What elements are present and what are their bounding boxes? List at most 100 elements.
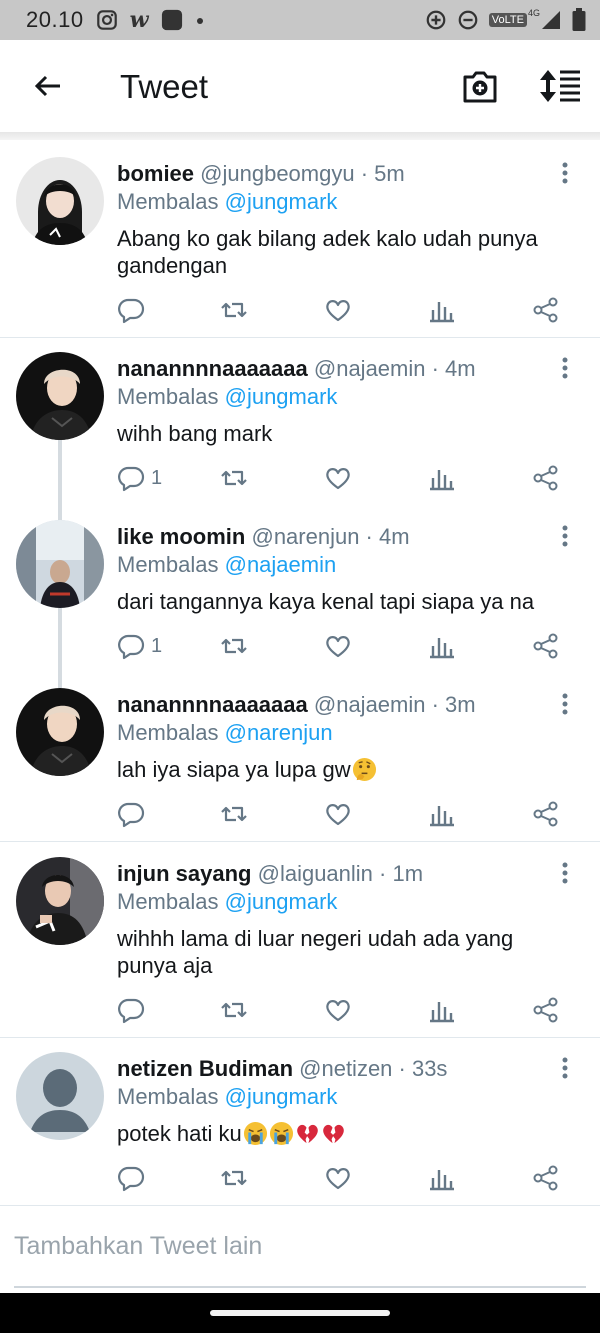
user-name[interactable]: injun sayang (117, 861, 251, 886)
retweet-button[interactable] (220, 1163, 248, 1193)
tweet-text: Abang ko gak bilang adek kalo udah punya… (117, 226, 538, 278)
reply-mention-link[interactable]: @narenjun (225, 720, 333, 745)
user-name[interactable]: nanannnnaaaaaaa (117, 692, 308, 717)
back-arrow-icon (34, 75, 60, 97)
share-button[interactable] (532, 1163, 560, 1193)
retweet-icon (221, 302, 247, 318)
avatar[interactable] (16, 1052, 104, 1140)
reply-button[interactable] (117, 1163, 151, 1193)
like-button[interactable] (324, 799, 352, 829)
retweet-icon (221, 1002, 247, 1018)
share-button[interactable] (532, 799, 560, 829)
tweet-item[interactable]: injun sayang @laiguanlin · 1m Membalas @… (0, 843, 600, 1038)
app-icon (161, 9, 182, 31)
reply-icon (118, 298, 145, 324)
share-button[interactable] (532, 463, 560, 493)
reply-button[interactable]: 1 (117, 463, 162, 493)
avatar[interactable] (16, 352, 104, 440)
avatar[interactable] (16, 857, 104, 945)
volte-label: VoLTE (488, 13, 527, 27)
reply-count: 1 (151, 466, 163, 489)
tweet-text: wihh bang mark (117, 421, 273, 446)
like-button[interactable] (324, 295, 352, 325)
like-icon (326, 468, 350, 490)
analytics-icon (430, 302, 454, 323)
like-icon (326, 300, 350, 322)
add-tweet-input[interactable]: Tambahkan Tweet lain (14, 1232, 262, 1261)
reply-mention-link[interactable]: @jungmark (225, 189, 338, 214)
reply-prefix: Membalas (117, 384, 219, 409)
analytics-button[interactable] (428, 799, 456, 829)
header-divider (0, 132, 600, 140)
retweet-button[interactable] (220, 295, 248, 325)
share-icon (533, 297, 558, 323)
share-button[interactable] (532, 631, 560, 661)
analytics-button[interactable] (428, 295, 456, 325)
reply-mention-link[interactable]: @jungmark (225, 889, 338, 914)
reply-prefix: Membalas (117, 189, 219, 214)
reply-button[interactable] (117, 799, 151, 829)
status-time: 20.10 (26, 7, 84, 32)
broken-heart-emoji (296, 1124, 318, 1144)
camera-button[interactable] (460, 66, 500, 106)
back-button[interactable] (28, 66, 68, 106)
reply-icon (118, 802, 145, 828)
user-name[interactable]: nanannnnaaaaaaa (117, 356, 308, 381)
analytics-button[interactable] (428, 1163, 456, 1193)
tweet-actions (117, 995, 567, 1025)
reply-button[interactable] (117, 995, 151, 1025)
user-name[interactable]: bomiee (117, 161, 194, 186)
reply-mention-link[interactable]: @najaemin (225, 552, 337, 577)
user-name[interactable]: netizen Budiman (117, 1056, 293, 1081)
tweet-item[interactable]: nanannnnaaaaaaa @najaemin · 3m Membalas … (0, 674, 600, 842)
reply-icon (118, 634, 145, 660)
tweet-text-container: lah iya siapa ya lupa gw (117, 756, 567, 783)
tweet-item[interactable]: netizen Budiman @netizen · 33s Membalas … (0, 1038, 600, 1205)
network-indicator: VoLTE 4G (488, 8, 562, 31)
sort-button[interactable] (538, 66, 582, 106)
retweet-button[interactable] (220, 995, 248, 1025)
like-button[interactable] (324, 1163, 352, 1193)
more-options-icon[interactable] (556, 1056, 574, 1080)
avatar[interactable] (16, 688, 104, 776)
like-button[interactable] (324, 995, 352, 1025)
retweet-button[interactable] (220, 463, 248, 493)
analytics-button[interactable] (428, 463, 456, 493)
tweet-text: wihhh lama di luar negeri udah ada yang … (117, 926, 514, 978)
reply-button[interactable] (117, 295, 151, 325)
avatar[interactable] (16, 520, 104, 608)
reply-prefix: Membalas (117, 1084, 219, 1109)
like-button[interactable] (324, 631, 352, 661)
tweet-item[interactable]: bomiee @jungbeomgyu · 5m Membalas @jungm… (0, 143, 600, 338)
reply-mention-link[interactable]: @jungmark (225, 1084, 338, 1109)
network-gen-label: 4G (527, 8, 540, 18)
user-name[interactable]: like moomin (117, 524, 245, 549)
more-options-icon[interactable] (556, 524, 574, 548)
tweet-item[interactable]: nanannnnaaaaaaa @najaemin · 4m Membalas … (0, 338, 600, 506)
replying-to: Membalas @jungmark (117, 889, 337, 915)
share-button[interactable] (532, 995, 560, 1025)
more-options-icon[interactable] (556, 861, 574, 885)
avatar[interactable] (16, 157, 104, 245)
retweet-icon (221, 638, 247, 654)
more-options-icon[interactable] (556, 692, 574, 716)
retweet-button[interactable] (220, 799, 248, 829)
share-button[interactable] (532, 295, 560, 325)
like-button[interactable] (324, 463, 352, 493)
retweet-icon (221, 1170, 247, 1186)
more-options-icon[interactable] (556, 161, 574, 185)
more-options-icon[interactable] (556, 356, 574, 380)
tweet-actions (117, 295, 567, 325)
system-nav-bar (0, 1293, 600, 1333)
tweet-item[interactable]: like moomin @narenjun · 4m Membalas @naj… (0, 506, 600, 674)
retweet-button[interactable] (220, 631, 248, 661)
reply-button[interactable]: 1 (117, 631, 162, 661)
analytics-icon (430, 1170, 454, 1191)
tweet-text-container: potek hati ku (117, 1120, 567, 1147)
analytics-button[interactable] (428, 995, 456, 1025)
analytics-button[interactable] (428, 631, 456, 661)
dot-icon (196, 18, 203, 24)
home-gesture-handle[interactable] (210, 1310, 390, 1316)
reply-mention-link[interactable]: @jungmark (225, 384, 338, 409)
replying-to: Membalas @najaemin (117, 552, 336, 578)
